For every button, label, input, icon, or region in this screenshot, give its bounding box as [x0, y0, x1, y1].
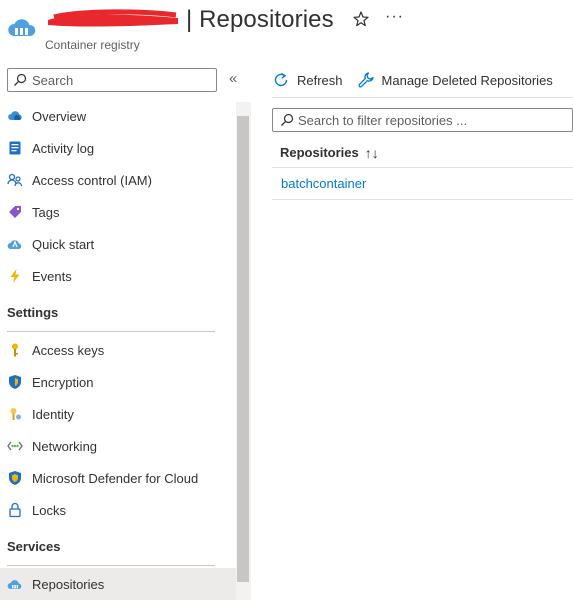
refresh-icon — [274, 72, 288, 87]
repositories-blade: Refresh Manage Deleted Repositories Repo… — [262, 60, 573, 600]
sidebar-item-networking[interactable]: Networking — [0, 430, 236, 462]
toolbar-divider — [272, 97, 573, 98]
sidebar-item-access-control[interactable]: Access control (IAM) — [0, 164, 236, 196]
more-options-icon[interactable]: ··· — [385, 8, 404, 26]
sidebar-item-defender[interactable]: Microsoft Defender for Cloud — [0, 462, 236, 494]
sidebar-item-label: Access control (IAM) — [32, 172, 152, 188]
section-header-settings: Settings — [7, 305, 59, 320]
sidebar-item-label: Microsoft Defender for Cloud — [32, 470, 199, 486]
defender-shield-icon — [7, 470, 23, 486]
sidebar-scrollbar[interactable] — [236, 102, 251, 600]
repository-filter-box[interactable] — [272, 108, 573, 132]
sidebar-item-label: Identity — [32, 406, 74, 422]
sidebar-item-label: Quick start — [32, 236, 95, 252]
repositories-cloud-icon — [7, 576, 23, 592]
lock-icon — [7, 502, 23, 518]
sidebar-item-label: Locks — [32, 502, 66, 518]
repository-filter-input[interactable] — [298, 110, 568, 130]
sidebar-item-repositories[interactable]: Repositories — [0, 568, 236, 600]
sidebar-item-activity-log[interactable]: Activity log — [0, 132, 236, 164]
sidebar-item-label: Access keys — [32, 342, 105, 358]
sidebar-item-label: Activity log — [32, 140, 95, 156]
sidebar-item-overview[interactable]: Overview — [0, 100, 236, 132]
sidebar-item-access-keys[interactable]: Access keys — [0, 334, 236, 366]
sidebar-search-input[interactable] — [32, 70, 212, 90]
sidebar-item-events[interactable]: Events — [0, 260, 236, 292]
sidebar-nav-list: Overview Activity log Access control (IA… — [0, 100, 236, 600]
sidebar-item-identity[interactable]: Identity — [0, 398, 236, 430]
container-registry-logo-icon — [8, 19, 36, 36]
collapse-sidebar-button[interactable]: « — [229, 70, 237, 87]
sidebar-scrollbar-thumb[interactable] — [237, 116, 249, 582]
sidebar-item-label: Events — [32, 268, 72, 284]
section-header-services: Services — [7, 539, 61, 554]
repositories-column-header[interactable]: Repositories ↑↓ — [272, 138, 573, 168]
favorite-star-icon[interactable] — [352, 10, 370, 28]
sidebar-item-label: Encryption — [32, 374, 94, 390]
sidebar-item-label: Tags — [32, 204, 60, 220]
key-icon — [7, 342, 23, 358]
section-divider — [7, 565, 215, 566]
activity-log-icon — [7, 140, 23, 156]
sidebar-item-label: Overview — [32, 108, 87, 124]
manage-deleted-repositories-button[interactable]: Manage Deleted Repositories — [357, 71, 553, 89]
refresh-button[interactable]: Refresh — [272, 71, 343, 89]
search-icon — [14, 73, 27, 86]
page-subtitle: Container registry — [45, 38, 140, 52]
page-header: | Repositories Container registry ··· — [0, 0, 573, 60]
sidebar-search-box[interactable] — [7, 68, 217, 92]
redacted-resource-name — [48, 9, 178, 27]
sidebar-item-encryption[interactable]: Encryption — [0, 366, 236, 398]
sidebar-item-label: Repositories — [32, 576, 105, 592]
sidebar-item-label: Networking — [32, 438, 98, 454]
networking-icon — [7, 438, 23, 454]
section-divider — [7, 331, 215, 332]
people-iam-icon — [7, 172, 23, 188]
search-icon — [281, 113, 294, 126]
repository-link[interactable]: batchcontainer — [281, 176, 366, 191]
table-row[interactable]: batchcontainer — [272, 168, 573, 200]
lightning-icon — [7, 268, 23, 284]
command-bar: Refresh Manage Deleted Repositories — [272, 68, 567, 92]
sort-icon[interactable]: ↑↓ — [365, 145, 379, 161]
wrench-icon — [357, 72, 374, 88]
shield-icon — [7, 374, 23, 390]
cloud-overview-icon — [7, 108, 23, 124]
refresh-label: Refresh — [297, 72, 343, 88]
resource-menu-sidebar: « Overview Activity log Access control (… — [0, 60, 252, 600]
page-title: | Repositories — [186, 6, 334, 33]
sidebar-item-quick-start[interactable]: Quick start — [0, 228, 236, 260]
column-header-label: Repositories — [280, 145, 359, 160]
quickstart-cloud-icon — [7, 236, 23, 252]
manage-deleted-label: Manage Deleted Repositories — [381, 72, 553, 88]
sidebar-item-locks[interactable]: Locks — [0, 494, 236, 526]
tag-icon — [7, 204, 23, 220]
identity-key-icon — [7, 406, 23, 422]
sidebar-item-tags[interactable]: Tags — [0, 196, 236, 228]
